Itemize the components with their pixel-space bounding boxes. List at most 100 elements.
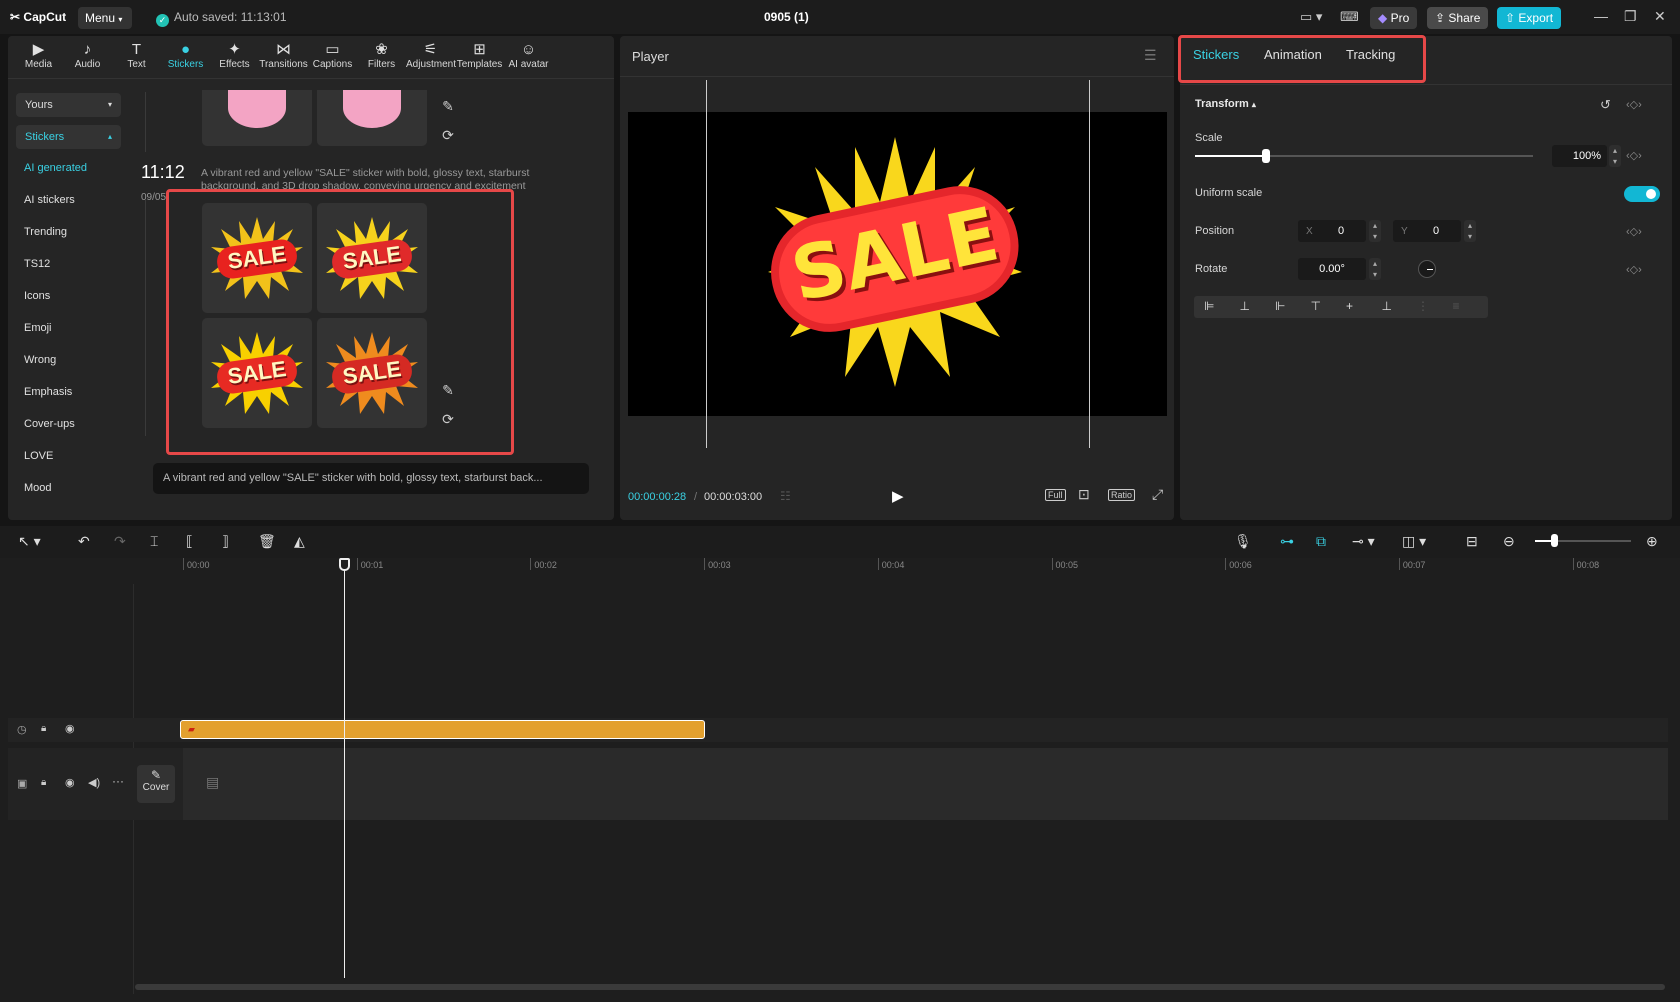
edit-icon[interactable]: ✎ [438,96,458,116]
link-icon[interactable]: ⊸ ▾ [1352,533,1375,550]
align-right-icon[interactable]: ⊩ [1275,299,1285,313]
tab-ai-avatar[interactable]: ☺ AI avatar [504,36,553,78]
volume-icon[interactable]: ◀︎) [88,776,100,789]
sidebar-item-emoji[interactable]: Emoji [24,322,52,334]
tab-transitions[interactable]: ⋈ Transitions [259,36,308,78]
uniform-scale-toggle[interactable] [1624,186,1660,202]
sidebar-item-cover-ups[interactable]: Cover-ups [24,418,75,430]
rotate-stepper[interactable]: ▴ ▾ [1369,258,1381,280]
layout-icon[interactable]: ▭ ▾ [1300,9,1322,25]
stickers-dropdown[interactable]: Stickers ▴ [16,125,121,149]
prompt-input[interactable]: A vibrant red and yellow "SALE" sticker … [153,463,589,494]
keyframe-icon[interactable]: ‹◇› [1626,149,1642,162]
lock-icon[interactable]: 🔒︎ [41,777,46,788]
playhead-line[interactable] [344,558,345,978]
playhead-handle[interactable] [339,558,350,571]
align-center-v-icon[interactable]: + [1346,299,1353,313]
tab-audio[interactable]: ♪ Audio [63,36,112,78]
cover-button[interactable]: ✎ Cover [137,765,175,803]
align-top-icon[interactable]: ⊤ [1311,299,1321,313]
close-icon[interactable]: ✕ [1654,8,1666,25]
lock-icon[interactable]: 🔒︎ [41,723,46,734]
pro-button[interactable]: ◆ Pro [1370,7,1418,29]
auto-snap-icon[interactable]: ⧉ [1316,533,1326,550]
tab-filters[interactable]: ❀ Filters [357,36,406,78]
distribute-v-icon[interactable]: ≡ [1453,299,1460,313]
zoom-slider-thumb[interactable] [1551,534,1558,547]
ruler-tick [356,558,358,570]
tab-media[interactable]: ▶ Media [14,36,63,78]
rotate-input[interactable]: 0.00° [1298,258,1366,280]
reset-icon[interactable]: ↺ [1600,97,1611,113]
eye-icon[interactable]: ◉ [65,722,75,735]
waveform-icon[interactable]: ☷ [780,489,791,503]
delete-icon[interactable]: 🗑︎ [258,533,276,550]
position-x-field[interactable]: X0 [1298,220,1366,242]
export-button[interactable]: ⇧ Export [1497,7,1562,29]
share-button[interactable]: ⇪ Share [1427,7,1489,29]
sticker-clip[interactable]: ▰ [180,720,705,739]
position-y-stepper[interactable]: ▴ ▾ [1464,220,1476,242]
align-left-icon[interactable]: ⊫ [1204,299,1214,313]
fullscreen-icon[interactable]: ⤢ [1152,486,1163,503]
scale-slider-thumb[interactable] [1261,149,1270,163]
tab-text[interactable]: T Text [112,36,161,78]
select-tool-icon[interactable]: ↖ ▾ [18,533,41,550]
split-icon[interactable]: ⌶ [150,533,158,550]
ratio-button[interactable]: Ratio [1108,489,1136,501]
zoom-out-icon[interactable]: ⊖ [1503,533,1515,550]
shortcut-icon[interactable]: ⌨ [1340,9,1359,25]
align-center-h-icon[interactable]: ⊥ [1240,299,1250,313]
sidebar-item-trending[interactable]: Trending [24,226,67,238]
sidebar-item-mood[interactable]: Mood [24,482,52,494]
tab-adjustment[interactable]: ⚟ Adjustment [406,36,456,78]
play-icon[interactable]: ▶ [892,487,904,505]
yours-dropdown[interactable]: Yours ▾ [16,93,121,117]
magnet-icon[interactable]: ⊶ [1280,533,1294,550]
preview-sticker[interactable]: SALE [760,132,1030,388]
tab-stickers[interactable]: ● Stickers [161,36,210,78]
empty-video-track[interactable] [183,748,1668,820]
keyframe-icon[interactable]: ‹◇› [1626,225,1642,238]
scale-input[interactable]: 100% [1552,145,1607,167]
zoom-in-icon[interactable]: ⊕ [1646,533,1658,550]
position-y-field[interactable]: Y0 [1393,220,1461,242]
sidebar-item-ai-generated[interactable]: AI generated [24,162,87,174]
sidebar-item-wrong[interactable]: Wrong [24,354,56,366]
full-button[interactable]: Full [1045,489,1066,501]
timeline-scrollbar[interactable] [135,984,1665,990]
sidebar-item-ts12[interactable]: TS12 [24,258,50,270]
zoom-preview-icon[interactable]: ⊡ [1078,486,1090,503]
sidebar-item-love[interactable]: LOVE [24,450,53,462]
player-menu-icon[interactable]: ☰ [1144,47,1157,64]
mirror-icon[interactable]: ◭ [294,533,305,550]
distribute-h-icon[interactable]: ⋮ [1417,299,1429,313]
microphone-icon[interactable]: 🎙︎ [1234,533,1252,550]
undo-icon[interactable]: ↶ [78,533,90,550]
position-x-stepper[interactable]: ▴ ▾ [1369,220,1381,242]
split-right-icon[interactable]: ⟧ [222,533,229,550]
transform-label[interactable]: Transform ▴ [1195,98,1256,110]
restore-icon[interactable]: ❐ [1624,8,1637,25]
film-icon: ▤ [206,774,220,790]
menu-button[interactable]: Menu ▾ [78,7,132,29]
preview-axis-icon[interactable]: ◫ ▾ [1402,533,1426,550]
tab-templates[interactable]: ⊞ Templates [455,36,504,78]
fit-icon[interactable]: ⊟ [1466,533,1478,550]
sidebar-item-ai-stickers[interactable]: AI stickers [24,194,75,206]
sidebar-item-icons[interactable]: Icons [24,290,50,302]
tab-effects[interactable]: ✦ Effects [210,36,259,78]
keyframe-icon[interactable]: ‹◇› [1626,98,1642,111]
sidebar-item-emphasis[interactable]: Emphasis [24,386,72,398]
eye-icon[interactable]: ◉ [65,776,75,789]
keyframe-icon[interactable]: ‹◇› [1626,263,1642,276]
redo-icon[interactable]: ↷ [114,533,126,550]
minimize-icon[interactable]: — [1594,8,1608,24]
regenerate-icon[interactable]: ⟳ [438,125,458,145]
split-left-icon[interactable]: ⟦ [186,533,193,550]
rotate-dial[interactable] [1418,260,1436,278]
more-icon[interactable]: ··· [112,774,124,788]
align-bottom-icon[interactable]: ⊥ [1382,299,1392,313]
scale-stepper[interactable]: ▴ ▾ [1609,145,1621,167]
tab-captions[interactable]: ▭ Captions [308,36,357,78]
